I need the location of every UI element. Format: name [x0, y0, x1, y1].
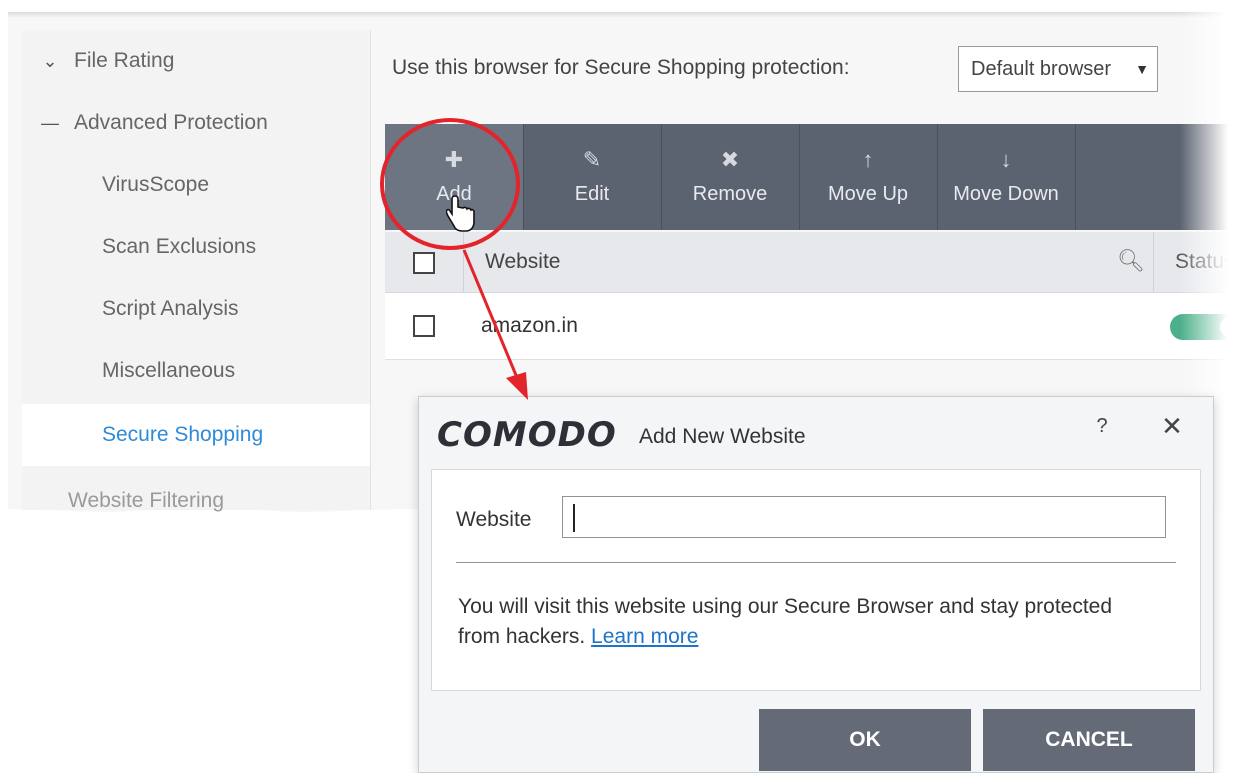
dialog-title: Add New Website [639, 425, 806, 448]
chevron-down-icon: ⌄ [42, 50, 58, 71]
sidebar-item-scan-exclusions[interactable]: Scan Exclusions [22, 216, 370, 278]
cancel-button[interactable]: CANCEL [983, 709, 1195, 771]
sidebar-item-virusscope[interactable]: VirusScope [22, 154, 370, 216]
website-input[interactable] [562, 496, 1166, 538]
search-icon[interactable]: 🔍︎ [1117, 248, 1145, 274]
move-up-button-label: Move Up [827, 182, 909, 205]
sidebar: ⌄ File Rating — Advanced Protection Viru… [22, 30, 371, 512]
text-caret [573, 504, 575, 532]
sidebar-item-file-rating[interactable]: ⌄ File Rating [22, 30, 370, 92]
pencil-icon: ✎ [582, 146, 602, 172]
row-website: amazon.in [481, 314, 578, 337]
row-checkbox[interactable] [413, 315, 435, 337]
torn-edge [8, 12, 1240, 18]
edit-button[interactable]: ✎ Edit [523, 124, 662, 230]
arrow-down-icon: ↓ [1000, 146, 1012, 172]
sidebar-item-label: Miscellaneous [102, 359, 236, 382]
sidebar-item-label: Script Analysis [102, 297, 239, 320]
ok-button[interactable]: OK [759, 709, 971, 771]
sidebar-item-advanced-protection[interactable]: — Advanced Protection [22, 92, 370, 154]
select-all-checkbox[interactable] [413, 252, 435, 274]
info-text-body: You will visit this website using our Se… [458, 595, 1113, 648]
table-row[interactable]: amazon.in [385, 293, 1240, 360]
learn-more-link[interactable]: Learn more [591, 625, 698, 648]
divider [456, 562, 1176, 563]
remove-button[interactable]: ✖ Remove [661, 124, 800, 230]
arrow-up-icon: ↑ [862, 146, 874, 172]
x-icon: ✖ [720, 146, 740, 172]
sidebar-item-website-filtering[interactable]: Website Filtering [22, 470, 370, 532]
dialog-body: Website You will visit this website usin… [431, 469, 1201, 691]
table-header: Website 🔍︎ Status [385, 232, 1240, 293]
sidebar-item-label: VirusScope [102, 173, 210, 196]
column-header-status[interactable]: Status [1175, 250, 1235, 274]
sidebar-item-label: Website Filtering [68, 489, 225, 512]
dropdown-arrow-icon: ▼ [1135, 61, 1149, 77]
sidebar-item-script-analysis[interactable]: Script Analysis [22, 278, 370, 340]
move-up-button[interactable]: ↑ Move Up [799, 124, 938, 230]
sidebar-item-secure-shopping[interactable]: Secure Shopping [22, 404, 370, 466]
close-icon[interactable]: ✕ [1157, 411, 1187, 442]
move-down-button[interactable]: ↓ Move Down [937, 124, 1076, 230]
sidebar-item-miscellaneous[interactable]: Miscellaneous [22, 340, 370, 402]
hand-cursor-icon [445, 194, 476, 242]
info-text: You will visit this website using our Se… [458, 592, 1138, 652]
minus-icon: — [41, 112, 59, 133]
comodo-logo: COMODO [437, 415, 617, 455]
edit-button-label: Edit [574, 182, 610, 205]
help-icon[interactable]: ? [1087, 415, 1117, 438]
browser-select-value: Default browser [971, 57, 1112, 80]
column-header-website[interactable]: Website [485, 250, 560, 274]
move-down-button-label: Move Down [953, 182, 1059, 205]
column-divider [1153, 232, 1154, 292]
sidebar-item-label: Secure Shopping [102, 423, 264, 446]
browser-select-label: Use this browser for Secure Shopping pro… [392, 56, 850, 79]
add-website-dialog: COMODO Add New Website ? ✕ Website You w… [418, 396, 1214, 773]
sidebar-item-label: Advanced Protection [74, 111, 268, 134]
browser-select[interactable]: Default browser ▼ [958, 46, 1158, 92]
sidebar-item-label: Scan Exclusions [102, 235, 257, 258]
website-field-label: Website [456, 508, 532, 531]
status-toggle[interactable] [1170, 314, 1240, 340]
sidebar-item-label: File Rating [74, 49, 175, 72]
remove-button-label: Remove [692, 182, 768, 205]
